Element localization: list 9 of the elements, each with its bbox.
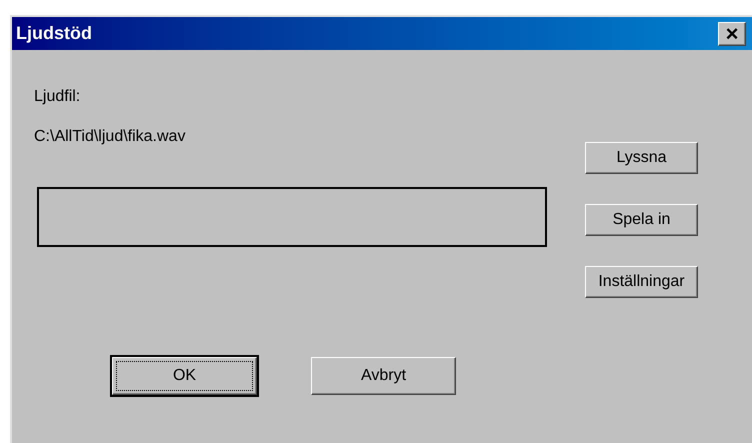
side-button[interactable]: Lyssna xyxy=(585,142,698,174)
side-button[interactable]: Spela in xyxy=(585,204,698,236)
side-button[interactable]: Inställningar xyxy=(585,266,698,298)
file-label: Ljudfil: xyxy=(34,87,82,107)
dialog-button[interactable]: OK xyxy=(112,357,257,395)
window-title: Ljudstöd xyxy=(16,22,92,45)
file-path: C:\AllTid\ljud\fika.wav xyxy=(34,127,186,147)
dialog-button[interactable]: Avbryt xyxy=(311,357,456,395)
close-button[interactable]: × xyxy=(718,22,746,46)
